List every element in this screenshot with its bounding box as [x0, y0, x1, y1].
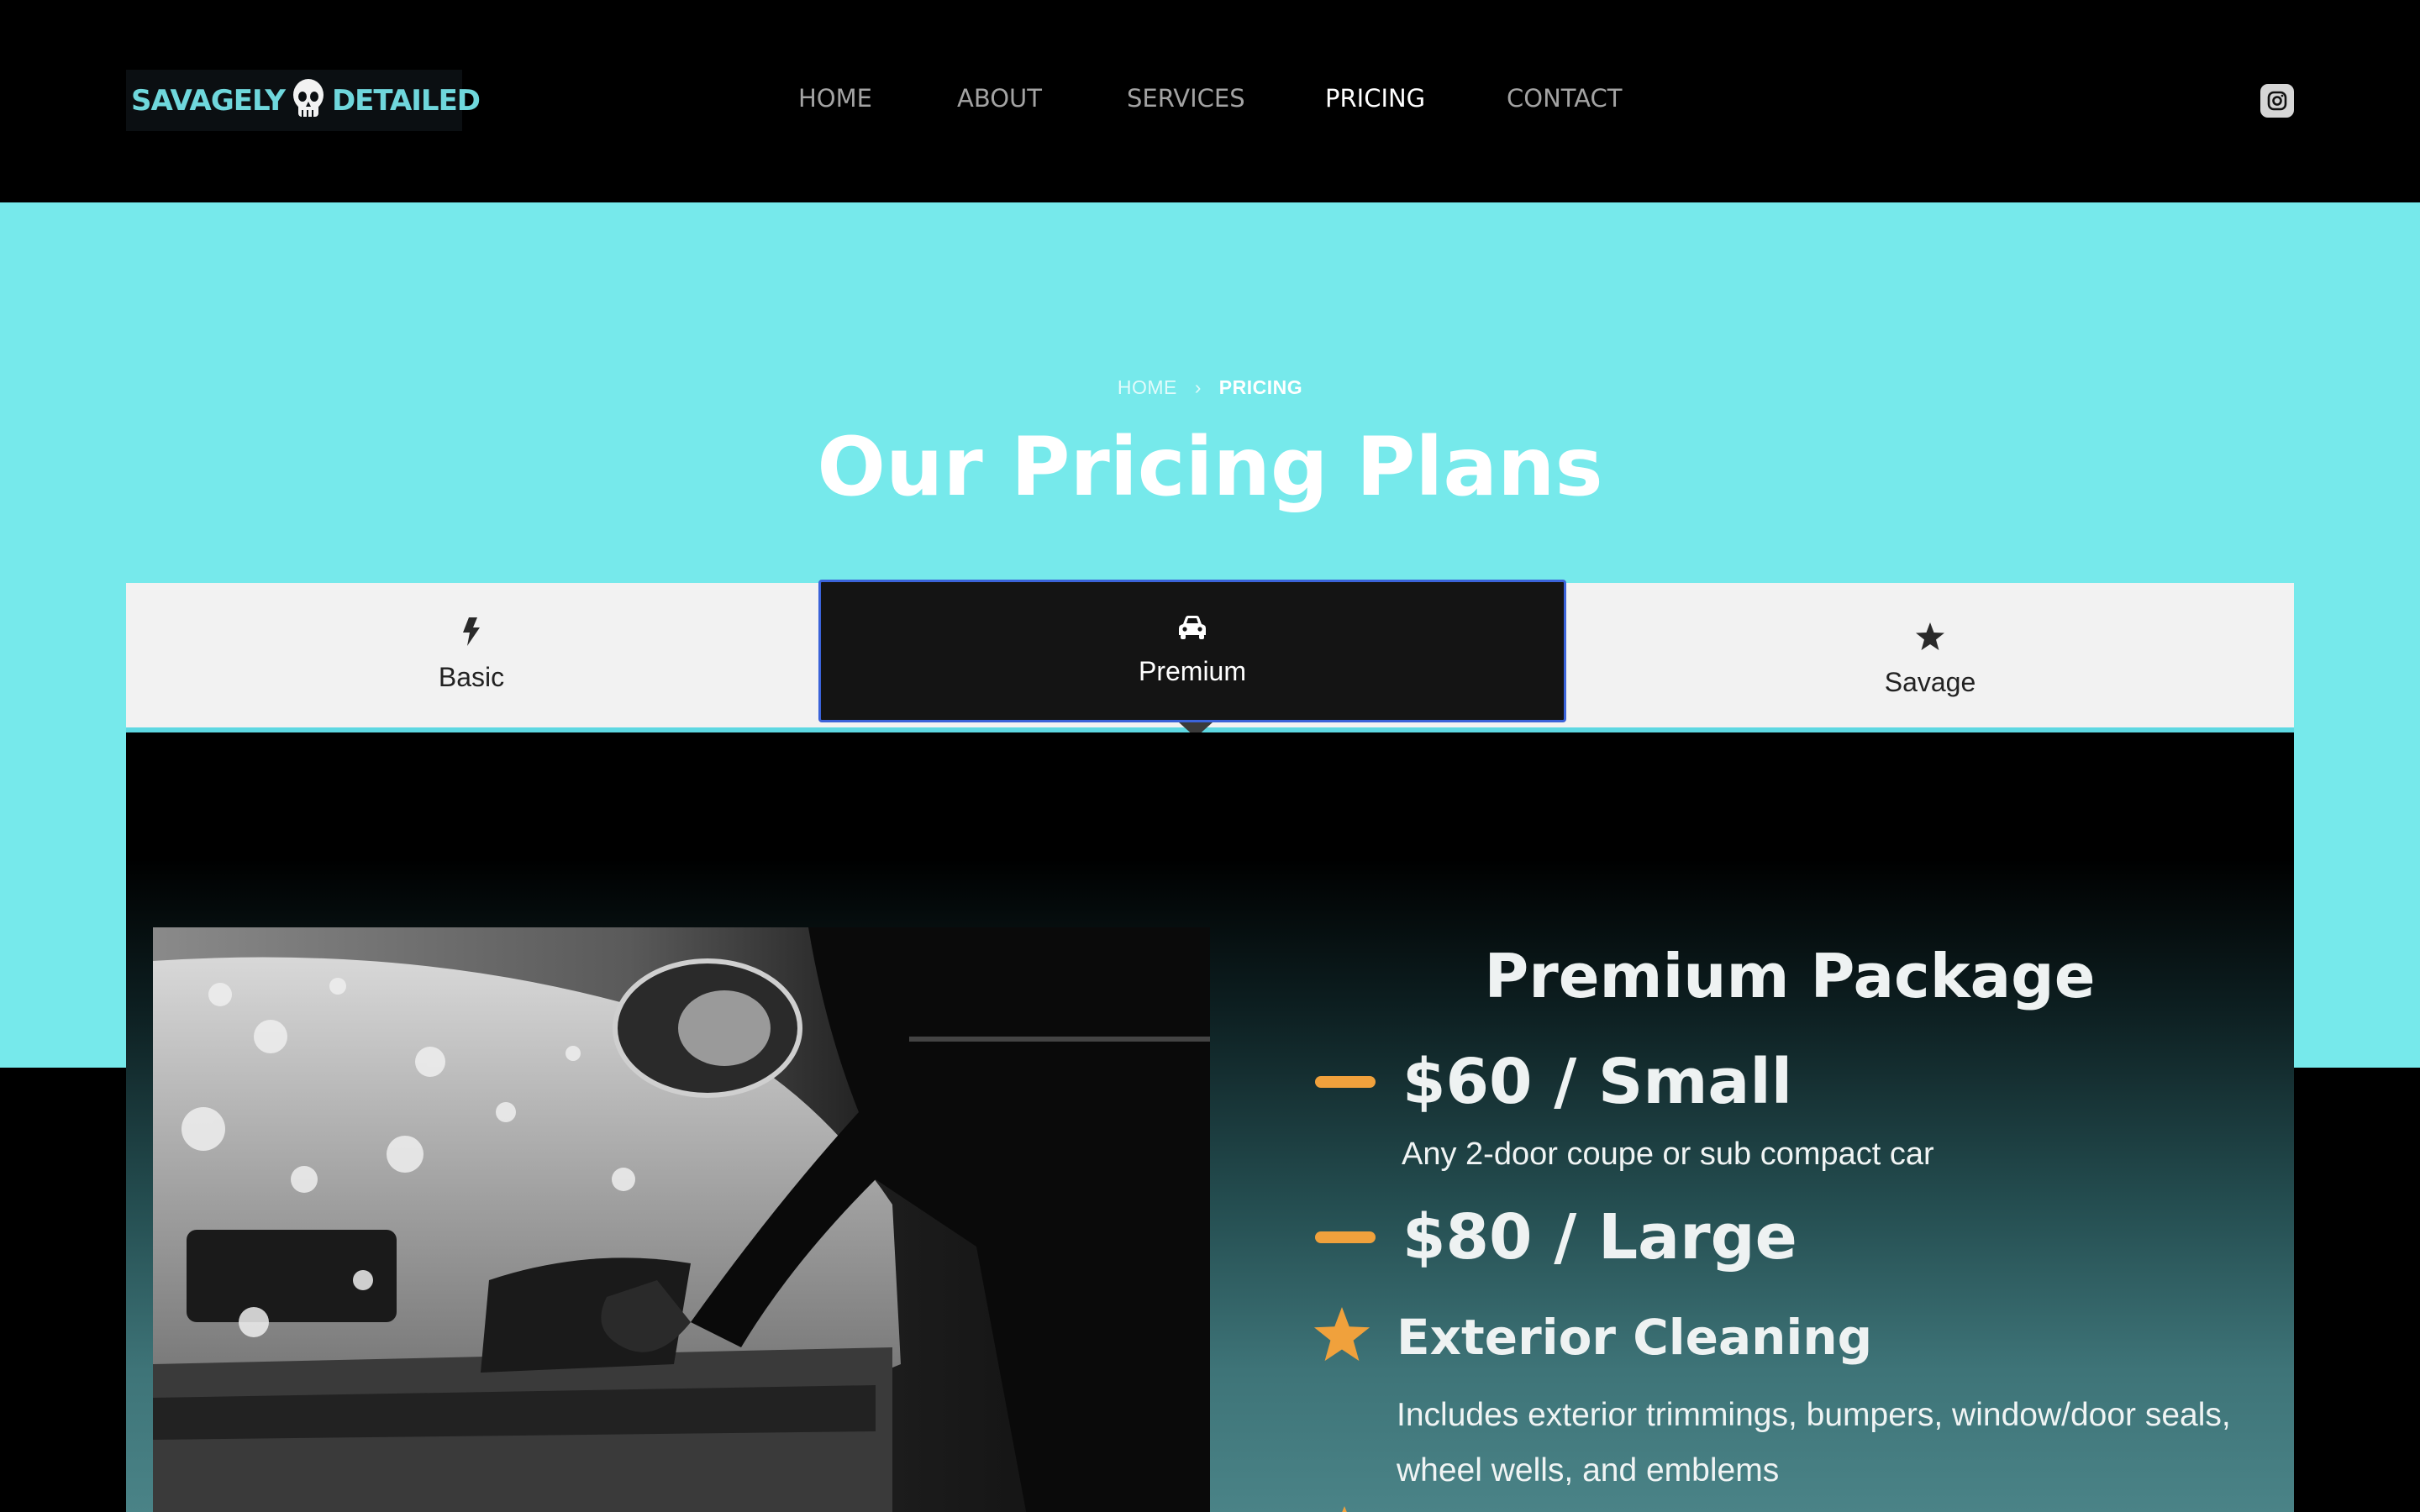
feature-row: Exterior Cleaning: [1313, 1306, 1872, 1368]
star-icon: [1328, 1504, 1361, 1512]
nav-contact[interactable]: CONTACT: [1507, 84, 1623, 113]
price-row-small: $60 / Small: [1315, 1046, 1792, 1118]
tab-savage[interactable]: Savage: [1566, 588, 2294, 732]
dash-icon: [1315, 1076, 1376, 1088]
instagram-icon[interactable]: [2260, 84, 2294, 118]
car-wash-photo: [153, 927, 1210, 1512]
logo-text-left: SAVAGELY: [131, 83, 286, 118]
feature-title: Exterior Cleaning: [1397, 1308, 1873, 1366]
nav-about[interactable]: ABOUT: [957, 84, 1042, 113]
price-small: $60 / Small: [1402, 1046, 1793, 1118]
site-header: SAVAGELY DETAILED HOME ABOUT SERVICES PR…: [0, 0, 2420, 202]
price-small-description: Any 2-door coupe or sub compact car: [1402, 1137, 1934, 1172]
star-icon: [1915, 622, 1945, 655]
logo-text-right: DETAILED: [331, 83, 481, 118]
feature-description: Includes exterior trimmings, bumpers, wi…: [1397, 1397, 2231, 1488]
bolt-icon: [462, 617, 481, 650]
tab-label: Basic: [438, 662, 505, 692]
car-icon: [1177, 615, 1207, 644]
dash-icon: [1315, 1231, 1376, 1243]
nav-services[interactable]: SERVICES: [1127, 84, 1245, 113]
price-row-large: $80 / Large: [1315, 1201, 1797, 1273]
chevron-right-icon: ›: [1194, 376, 1202, 398]
package-title: Premium Package: [1484, 941, 2096, 1011]
pricing-tabs: Basic Premium Savage: [126, 580, 2294, 732]
breadcrumb: HOME › PRICING: [0, 376, 2420, 399]
skull-icon: [290, 78, 327, 123]
site-logo[interactable]: SAVAGELY DETAILED: [126, 70, 481, 131]
nav-pricing[interactable]: PRICING: [1325, 84, 1425, 113]
nav-home[interactable]: HOME: [798, 84, 872, 113]
breadcrumb-current: PRICING: [1218, 376, 1303, 398]
tab-label: Premium: [1138, 656, 1246, 686]
tab-label: Savage: [1884, 667, 1976, 697]
breadcrumb-home[interactable]: HOME: [1118, 376, 1177, 398]
star-icon: [1313, 1306, 1371, 1368]
price-large: $80 / Large: [1402, 1201, 1797, 1273]
page-title: Our Pricing Plans: [817, 420, 1603, 514]
tab-premium[interactable]: Premium: [818, 580, 1566, 722]
tab-basic[interactable]: Basic: [126, 583, 817, 727]
